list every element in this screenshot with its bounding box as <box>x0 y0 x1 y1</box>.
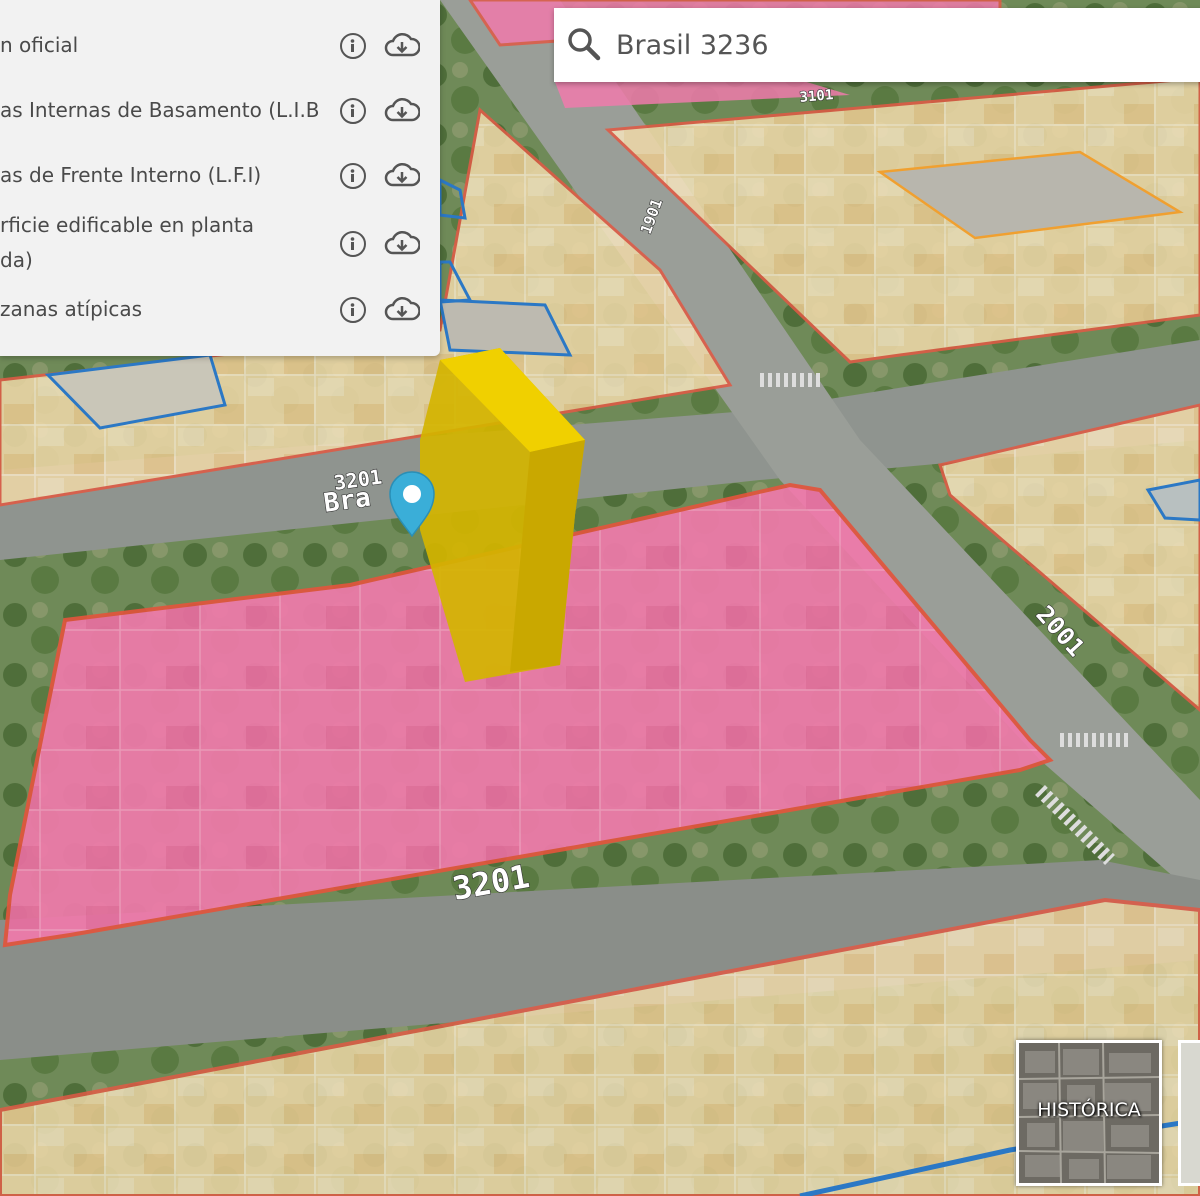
layer-label: n oficial <box>0 33 79 57</box>
basemap-toggle-next[interactable] <box>1178 1040 1200 1186</box>
search-box <box>554 8 1200 82</box>
search-icon[interactable] <box>566 26 602 62</box>
search-input[interactable] <box>614 20 1178 70</box>
layer-label: zanas atípicas <box>0 297 143 321</box>
info-icon[interactable] <box>340 98 366 124</box>
cloud-download-icon[interactable] <box>384 31 421 61</box>
info-icon[interactable] <box>340 297 366 323</box>
info-icon[interactable] <box>340 163 366 189</box>
basemap-label: HISTÓRICA <box>1037 1099 1141 1121</box>
street-label: 3101 <box>799 87 834 106</box>
basemap-toggle-historica[interactable]: HISTÓRICA <box>1016 1040 1162 1186</box>
cloud-download-icon[interactable] <box>384 161 421 191</box>
cloud-download-icon[interactable] <box>384 229 421 259</box>
info-icon[interactable] <box>340 33 366 59</box>
cloud-download-icon[interactable] <box>384 295 421 325</box>
layer-label: as Internas de Basamento (L.I.B) <box>0 98 320 122</box>
cloud-download-icon[interactable] <box>384 96 421 126</box>
layer-label: as de Frente Interno (L.F.I) <box>0 163 262 187</box>
layer-panel: n oficial as Internas de Basamento (L.I.… <box>0 0 440 356</box>
info-icon[interactable] <box>340 231 366 257</box>
layer-label: rficie edificable en planta da) <box>0 213 254 272</box>
